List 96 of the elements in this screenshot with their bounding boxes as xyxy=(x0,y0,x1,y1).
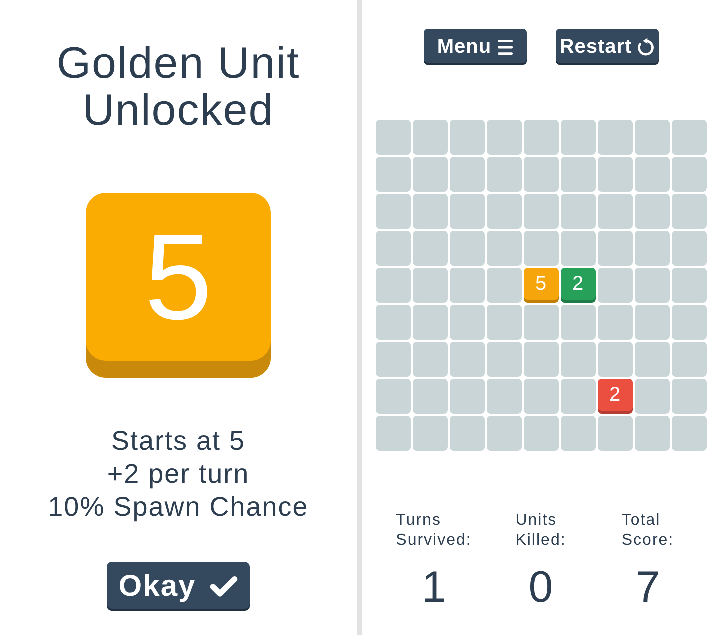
board-cell[interactable] xyxy=(376,268,410,303)
board-cell[interactable] xyxy=(672,379,706,414)
board-cell[interactable] xyxy=(412,268,448,303)
stat-value: 7 xyxy=(636,563,660,613)
menu-button[interactable]: Menu xyxy=(424,29,526,65)
board-cell[interactable] xyxy=(634,157,670,192)
board-cell[interactable] xyxy=(560,231,596,266)
board-cell[interactable] xyxy=(450,194,484,229)
board-cell[interactable] xyxy=(376,342,410,377)
board-cell[interactable] xyxy=(524,342,558,377)
board-cell[interactable] xyxy=(412,157,448,192)
restart-icon xyxy=(638,38,654,56)
unit-description-line: Starts at 5 xyxy=(111,425,246,458)
board-cell[interactable] xyxy=(450,157,484,192)
board-cell[interactable] xyxy=(524,416,558,451)
board-cell[interactable] xyxy=(598,416,632,451)
unit-description-line: 10% Spawn Chance xyxy=(48,491,309,524)
board-cell[interactable] xyxy=(376,194,410,229)
board-cell[interactable] xyxy=(524,305,558,340)
board-cell[interactable] xyxy=(412,379,448,414)
board-cell[interactable] xyxy=(672,231,706,266)
board-cell[interactable] xyxy=(672,342,706,377)
board-cell[interactable] xyxy=(376,379,410,414)
golden-unit-tile: 5 xyxy=(86,193,271,378)
board-cell[interactable] xyxy=(376,231,410,266)
board-cell[interactable] xyxy=(634,268,670,303)
board-cell[interactable] xyxy=(412,342,448,377)
stat-label: Units Killed: xyxy=(516,511,566,551)
board-cell[interactable] xyxy=(486,268,522,303)
board-cell[interactable] xyxy=(560,194,596,229)
board-cell[interactable] xyxy=(524,231,558,266)
board-cell[interactable] xyxy=(634,342,670,377)
unit-description-line: +2 per turn xyxy=(107,458,250,491)
board-cell[interactable] xyxy=(560,157,596,192)
board-cell[interactable] xyxy=(450,120,484,155)
board-cell[interactable] xyxy=(634,379,670,414)
board-cell[interactable] xyxy=(524,379,558,414)
stat-value: 1 xyxy=(422,563,446,613)
board-cell[interactable] xyxy=(450,268,484,303)
board-cell[interactable] xyxy=(598,268,632,303)
board-cell[interactable] xyxy=(376,305,410,340)
board-cell[interactable] xyxy=(672,268,706,303)
board-cell[interactable] xyxy=(634,305,670,340)
board-cell[interactable] xyxy=(412,120,448,155)
board-cell[interactable] xyxy=(450,231,484,266)
menu-icon xyxy=(498,38,513,56)
board-cell[interactable] xyxy=(598,120,632,155)
board-cell[interactable] xyxy=(598,157,632,192)
board-cell[interactable] xyxy=(412,305,448,340)
board-cell[interactable] xyxy=(486,342,522,377)
board-cell[interactable] xyxy=(524,194,558,229)
stat-label: Turns Survived: xyxy=(396,511,472,551)
board-cell[interactable] xyxy=(376,157,410,192)
board-cell[interactable] xyxy=(560,305,596,340)
board-cell[interactable] xyxy=(560,379,596,414)
board-cell[interactable] xyxy=(486,194,522,229)
board-cell[interactable] xyxy=(560,416,596,451)
board-cell[interactable] xyxy=(450,379,484,414)
board-cell[interactable] xyxy=(560,342,596,377)
board-cell[interactable] xyxy=(560,120,596,155)
board-cell[interactable] xyxy=(486,231,522,266)
okay-button[interactable]: Okay xyxy=(107,562,250,611)
board-cell[interactable] xyxy=(450,416,484,451)
board-cell[interactable] xyxy=(598,342,632,377)
board-cell[interactable] xyxy=(486,120,522,155)
board-cell[interactable] xyxy=(672,157,706,192)
board-cell[interactable] xyxy=(486,157,522,192)
stat-label: Total Score: xyxy=(622,511,674,551)
board-cell[interactable] xyxy=(412,194,448,229)
board-cell[interactable] xyxy=(598,194,632,229)
board-cell[interactable] xyxy=(450,305,484,340)
board-cell[interactable] xyxy=(486,416,522,451)
board-cell[interactable] xyxy=(634,416,670,451)
board-cell[interactable] xyxy=(486,379,522,414)
board-cell[interactable] xyxy=(450,342,484,377)
unlock-title: Golden Unit Unlocked xyxy=(56,40,302,134)
check-icon xyxy=(210,576,238,598)
restart-button[interactable]: Restart xyxy=(556,29,658,65)
board-cell[interactable] xyxy=(598,231,632,266)
board-cell[interactable] xyxy=(634,120,670,155)
board-cell[interactable] xyxy=(524,157,558,192)
board-cell[interactable] xyxy=(634,194,670,229)
board-cell[interactable] xyxy=(524,120,558,155)
board-cell[interactable] xyxy=(486,305,522,340)
board-cell[interactable] xyxy=(412,416,448,451)
board-cell[interactable] xyxy=(672,120,706,155)
board-cell[interactable] xyxy=(376,416,410,451)
board-cell[interactable] xyxy=(672,305,706,340)
stat-value: 0 xyxy=(528,563,554,613)
board-cell[interactable] xyxy=(412,231,448,266)
board-cell[interactable] xyxy=(634,231,670,266)
board-cell[interactable] xyxy=(598,305,632,340)
board-cell[interactable] xyxy=(672,194,706,229)
board-cell[interactable] xyxy=(672,416,706,451)
board-cell[interactable] xyxy=(376,120,410,155)
unit-tile[interactable]: 2 xyxy=(598,379,632,414)
